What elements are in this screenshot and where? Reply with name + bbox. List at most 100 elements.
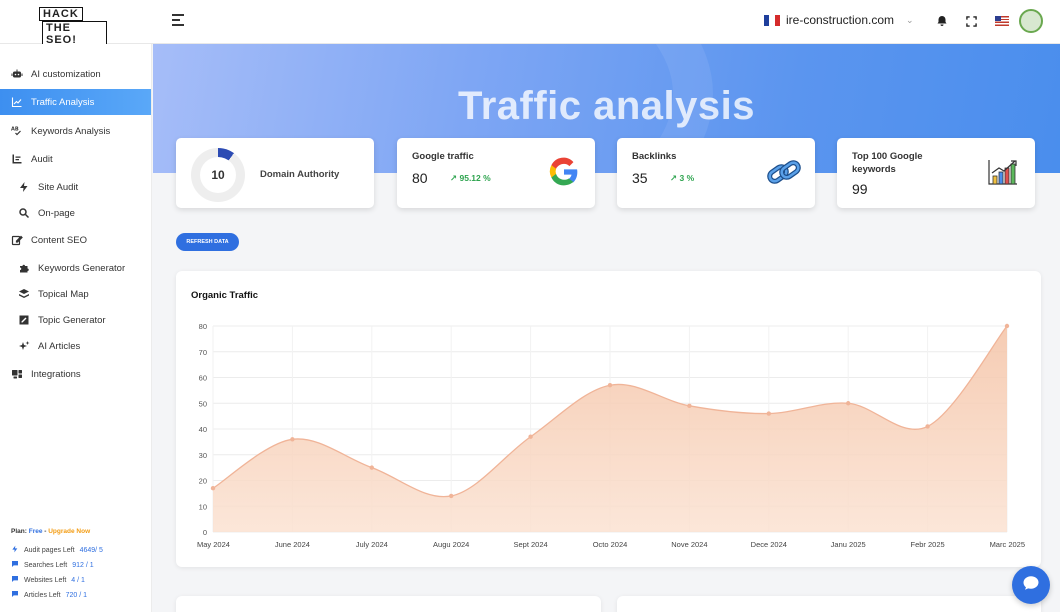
bell-icon[interactable] xyxy=(935,14,949,28)
logo-line1: HACK xyxy=(39,7,83,21)
sidebar-item-traffic-analysis[interactable]: Traffic Analysis xyxy=(0,89,151,115)
sidebar-item-keywords-analysis[interactable]: AB Keywords Analysis xyxy=(0,118,151,144)
sidebar-item-integrations[interactable]: Integrations xyxy=(0,361,151,387)
google-traffic-delta: ↗ 95.12 % xyxy=(450,173,491,183)
lightning-icon xyxy=(18,181,30,193)
chat-bubble-icon xyxy=(11,590,19,600)
layers-icon xyxy=(18,288,30,300)
x-tick-label: Janu 2025 xyxy=(831,540,866,549)
y-tick-label: 70 xyxy=(199,348,207,357)
language-flag-us-icon[interactable] xyxy=(995,14,1009,28)
data-point xyxy=(607,383,613,388)
quota-label: Websites Left xyxy=(24,576,67,584)
x-tick-label: Febr 2025 xyxy=(910,540,944,549)
quota-audit-pages: Audit pages Left 4649/ 5 xyxy=(11,545,103,555)
top-bar: HACK THE SEO! ire-construction.com ⌄ xyxy=(0,0,1060,47)
sidebar-item-topical-map[interactable]: Topical Map xyxy=(0,281,151,307)
sidebar-item-label: On-page xyxy=(38,207,75,219)
x-tick-label: July 2024 xyxy=(356,540,388,549)
data-point xyxy=(449,493,454,499)
robot-icon xyxy=(11,68,23,80)
sidebar-item-label: Integrations xyxy=(31,368,81,380)
plan-info: Plan: Free - Upgrade Now xyxy=(11,528,90,535)
sidebar-item-label: Traffic Analysis xyxy=(31,96,95,108)
y-tick-label: 10 xyxy=(199,502,207,511)
top100-label: Top 100 Google keywords xyxy=(852,151,923,175)
x-tick-label: Nove 2024 xyxy=(671,540,707,549)
avatar[interactable] xyxy=(1019,9,1043,33)
sidebar-item-on-page[interactable]: On-page xyxy=(0,200,151,226)
domain-authority-label: Domain Authority xyxy=(260,169,340,180)
quota-label: Searches Left xyxy=(24,561,68,569)
fullscreen-icon[interactable] xyxy=(964,14,978,28)
google-logo-icon xyxy=(548,156,580,193)
abc-check-icon: AB xyxy=(11,125,23,137)
data-point xyxy=(687,403,692,409)
sidebar-item-topic-generator[interactable]: Topic Generator xyxy=(0,307,151,333)
sidebar-item-site-audit[interactable]: Site Audit xyxy=(0,174,151,200)
sidebar-item-keywords-generator[interactable]: Keywords Generator xyxy=(0,255,151,281)
data-point xyxy=(925,424,930,429)
menu-toggle-icon[interactable] xyxy=(172,14,184,28)
chat-bubble-icon xyxy=(11,560,19,570)
data-point xyxy=(766,411,771,416)
chart-title: Organic Traffic xyxy=(191,290,259,301)
quota-articles: Articles Left 720 / 1 xyxy=(11,590,87,600)
domain-authority-value: 10 xyxy=(211,168,225,182)
y-tick-label: 20 xyxy=(199,477,207,486)
data-point xyxy=(369,465,374,470)
sidebar-item-label: Topical Map xyxy=(38,288,89,300)
note-icon xyxy=(18,314,30,326)
y-tick-label: 0 xyxy=(203,528,207,537)
quota-label: Audit pages Left xyxy=(24,546,75,554)
data-point xyxy=(1004,323,1010,329)
sidebar: AI customization Traffic Analysis AB Key… xyxy=(0,44,152,612)
backlinks-delta: ↗ 3 % xyxy=(670,173,695,183)
refresh-data-button[interactable]: REFRESH DATA xyxy=(176,233,239,251)
data-point xyxy=(528,434,533,439)
chat-support-button[interactable] xyxy=(1012,566,1050,604)
upgrade-link[interactable]: Upgrade Now xyxy=(48,528,90,535)
backlinks-value: 35 xyxy=(632,170,648,186)
x-tick-label: May 2024 xyxy=(197,540,230,549)
chain-link-icon xyxy=(767,158,801,193)
sidebar-item-content-seo[interactable]: Content SEO xyxy=(0,227,151,253)
sidebar-item-ai-customization[interactable]: AI customization xyxy=(0,61,151,87)
sidebar-item-label: Keywords Analysis xyxy=(31,125,111,137)
sidebar-item-label: AI Articles xyxy=(38,340,81,352)
organic-traffic-chart: 0 10 20 30 40 50 60 70 80 May 2024 June 2024 July 2… xyxy=(197,322,1025,549)
chat-bubble-icon xyxy=(11,575,19,585)
card-top100-keywords: Top 100 Google keywords 99 xyxy=(837,138,1035,208)
x-tick-label: Marc 2025 xyxy=(990,540,1025,549)
sidebar-item-audit[interactable]: Audit xyxy=(0,146,151,172)
y-tick-label: 50 xyxy=(199,399,207,408)
sidebar-item-ai-articles[interactable]: AI Articles xyxy=(0,333,151,359)
svg-text:AB: AB xyxy=(11,127,19,133)
logo[interactable]: HACK THE SEO! xyxy=(39,7,107,47)
page-title: Traffic analysis xyxy=(457,84,756,128)
card-google-traffic: Google traffic 80 ↗ 95.12 % xyxy=(397,138,595,208)
google-traffic-value: 80 xyxy=(412,170,428,186)
bar-list-icon xyxy=(11,153,23,165)
sidebar-item-label: Audit xyxy=(31,153,53,165)
y-tick-label: 30 xyxy=(199,451,207,460)
magnifier-icon xyxy=(18,207,30,219)
sidebar-item-label: Keywords Generator xyxy=(38,262,126,274)
france-flag-icon xyxy=(764,14,780,26)
y-tick-label: 60 xyxy=(199,374,207,383)
domain-select[interactable]: ire-construction.com ⌄ xyxy=(764,13,914,27)
x-tick-label: Dece 2024 xyxy=(751,540,787,549)
quota-value: 720 / 1 xyxy=(65,591,87,599)
plan-name: Free xyxy=(28,528,43,535)
card-domain-authority: 10 Domain Authority xyxy=(176,138,374,208)
plan-prefix: Plan: xyxy=(11,528,27,535)
chat-bubble-icon xyxy=(1022,574,1040,597)
x-tick-label: Augu 2024 xyxy=(433,540,469,549)
x-tick-label: June 2024 xyxy=(275,540,310,549)
lightning-icon xyxy=(11,545,19,555)
card-backlinks: Backlinks 35 ↗ 3 % xyxy=(617,138,815,208)
y-tick-label: 80 xyxy=(199,322,207,331)
quota-searches: Searches Left 912 / 1 xyxy=(11,560,94,570)
quota-websites: Websites Left 4 / 1 xyxy=(11,575,85,585)
x-tick-label: Octo 2024 xyxy=(593,540,628,549)
